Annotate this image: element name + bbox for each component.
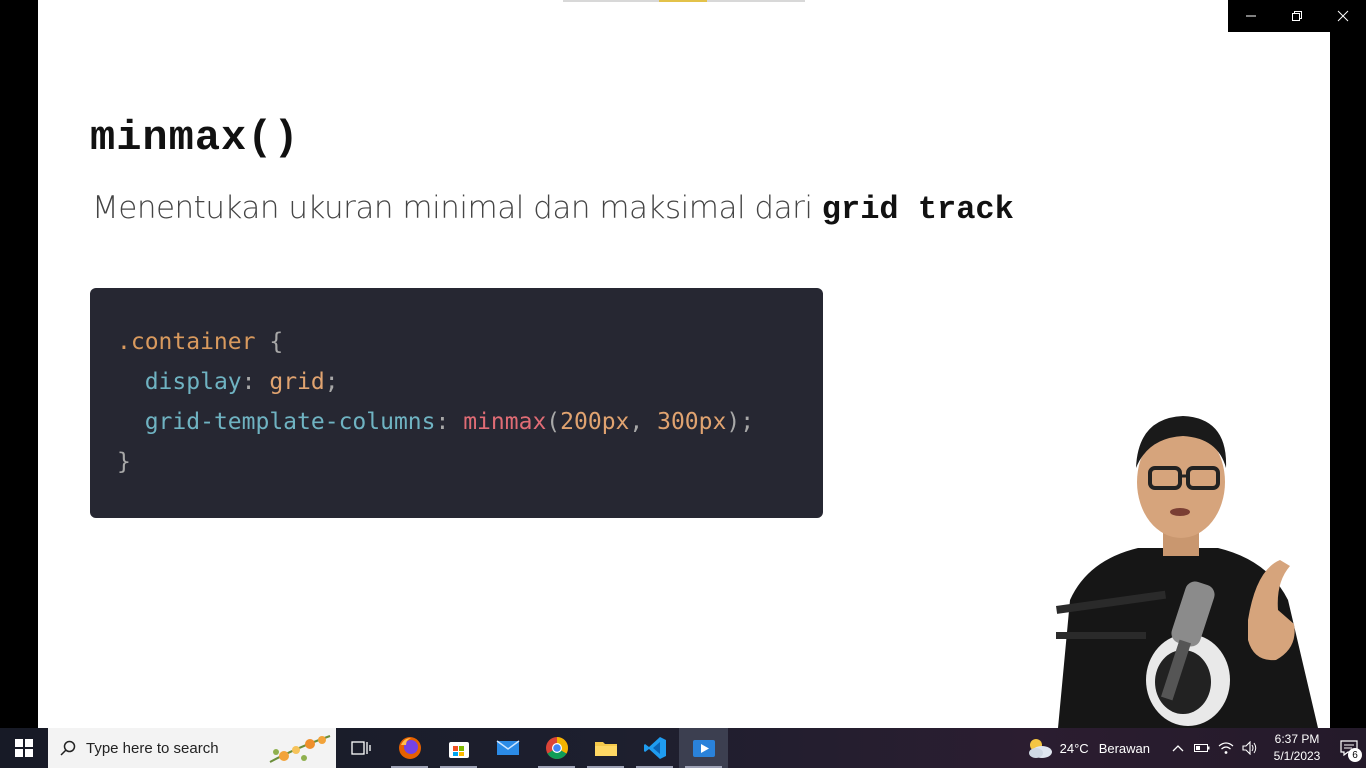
subtitle-highlight: grid track [821,191,1014,228]
weather-widget[interactable]: 24°C Berawan [1026,736,1150,760]
volume-button[interactable] [1238,728,1262,768]
slide-progress-fill [659,0,707,2]
search-highlight-image [269,735,331,763]
notification-count-badge: 6 [1348,748,1362,762]
battery-icon [1194,744,1210,752]
wifi-icon [1218,742,1234,754]
restore-icon [1292,11,1302,21]
task-view-icon [350,741,371,755]
window-controls [1228,0,1366,32]
firefox-icon [398,737,421,759]
clock[interactable]: 6:37 PM 5/1/2023 [1262,731,1332,765]
code-block: .container { display: grid; grid-templat… [90,288,823,518]
vscode-icon [643,737,666,759]
taskbar-microsoft-store[interactable] [434,728,483,768]
slide-title: minmax() [90,114,300,162]
code-property-columns: grid-template-columns [144,409,436,435]
chevron-up-icon [1172,745,1184,752]
folder-icon [594,742,617,756]
code-close-brace: } [117,449,131,475]
taskbar-firefox[interactable] [385,728,434,768]
task-view-button[interactable] [336,728,385,768]
weather-description: Berawan [1098,740,1150,756]
show-hidden-icons-button[interactable] [1166,728,1190,768]
notification-center-button[interactable]: 6 [1332,728,1366,768]
close-icon [1337,10,1349,22]
battery-button[interactable] [1190,728,1214,768]
weather-temperature: 24°C [1059,740,1089,756]
code-property-display: display [144,369,242,395]
code-open-brace: { [255,329,284,355]
code-line-3: grid-template-columns: minmax(200px, 300… [144,409,755,435]
subtitle-text: Menentukan ukuran minimal dan maksimal d… [92,190,822,226]
clock-date: 5/1/2023 [1273,749,1321,763]
cloudy-weather-icon [1028,739,1052,758]
minimize-button[interactable] [1228,0,1274,32]
taskbar-search-box[interactable]: Type here to search [48,728,336,768]
taskbar: Type here to search 24°C Berawan 6:37 PM… [0,728,1366,768]
code-arg-min: 200px [560,409,630,435]
slide-progress-bar [563,0,805,2]
search-icon [60,740,76,756]
minimize-icon [1246,15,1256,17]
code-line-1: .container { [117,322,823,362]
code-line-2: display: grid; [144,369,339,395]
media-player-icon [692,740,715,757]
system-tray: 24°C Berawan 6:37 PM 5/1/2023 6 [1026,728,1366,768]
store-icon [448,742,469,758]
code-arg-max: 300px [657,409,727,435]
taskbar-file-explorer[interactable] [581,728,630,768]
taskbar-media-player[interactable] [679,728,728,768]
start-button[interactable] [0,728,48,768]
presenter-video [1056,416,1318,728]
code-function-minmax: minmax [463,409,547,435]
search-placeholder: Type here to search [86,739,219,757]
clock-time: 6:37 PM [1274,732,1320,746]
taskbar-vscode[interactable] [630,728,679,768]
taskbar-chrome[interactable] [532,728,581,768]
taskbar-mail[interactable] [483,728,532,768]
code-line-4: } [117,442,823,482]
network-button[interactable] [1214,728,1238,768]
chrome-icon [545,737,568,759]
code-selector: .container [117,329,256,355]
restore-button[interactable] [1274,0,1320,32]
close-button[interactable] [1320,0,1366,32]
slide-subtitle: Menentukan ukuran minimal dan maksimal d… [92,190,1014,228]
code-value-grid: grid [269,369,325,395]
windows-logo-icon [15,739,33,757]
mail-icon [496,740,519,755]
video-frame: minmax() Menentukan ukuran minimal dan m… [38,0,1330,728]
speaker-icon [1242,741,1257,755]
